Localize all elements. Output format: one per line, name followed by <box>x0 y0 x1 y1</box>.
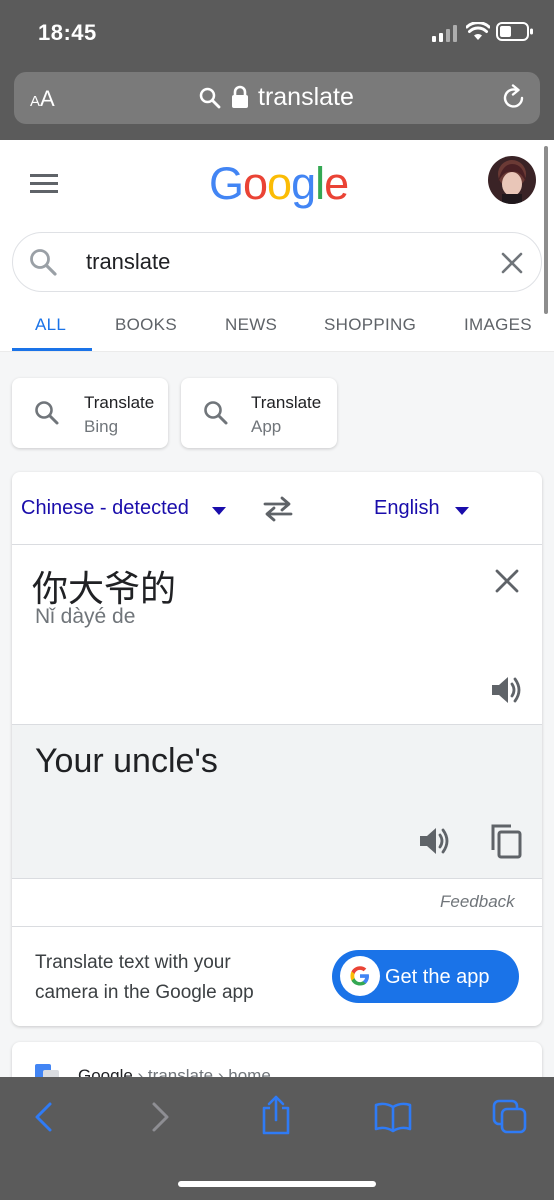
share-icon[interactable] <box>260 1094 292 1136</box>
swap-languages-icon[interactable] <box>262 496 294 522</box>
search-query[interactable]: translate <box>86 249 170 275</box>
divider <box>12 544 542 545</box>
search-icon <box>199 87 221 109</box>
speaker-icon[interactable] <box>490 674 524 706</box>
cellular-signal-icon <box>432 25 457 42</box>
chip-label: Translate <box>251 393 322 412</box>
google-logo[interactable]: Google <box>209 158 349 210</box>
home-indicator[interactable] <box>178 1181 376 1187</box>
clear-text-icon[interactable] <box>494 568 520 594</box>
address-text: translate <box>258 83 354 111</box>
search-icon <box>35 401 59 425</box>
wifi-icon <box>466 22 490 40</box>
translation-text: Your uncle's <box>35 742 218 780</box>
avatar[interactable] <box>488 156 536 204</box>
chip-sublabel: Bing <box>84 417 119 436</box>
promo-text-line2: camera in the Google app <box>35 982 254 1003</box>
copy-icon[interactable] <box>489 822 523 860</box>
tab-books[interactable]: BOOKS <box>115 315 177 335</box>
source-language-select[interactable]: Chinese - detected <box>21 497 189 520</box>
tab-images[interactable]: IMAGES <box>464 315 532 335</box>
tabs-icon[interactable] <box>492 1099 528 1135</box>
transliteration: Nǐ dàyé de <box>35 605 136 628</box>
google-g-icon <box>340 956 380 996</box>
forward-icon[interactable] <box>150 1101 172 1133</box>
search-icon <box>204 401 228 425</box>
related-search-chip[interactable]: Translate App <box>181 378 337 448</box>
related-search-chip[interactable]: Translate Bing <box>12 378 168 448</box>
feedback-link[interactable]: Feedback <box>440 892 515 912</box>
chevron-down-icon[interactable] <box>211 506 227 516</box>
back-icon[interactable] <box>32 1101 54 1133</box>
target-language-select[interactable]: English <box>374 497 440 520</box>
get-the-app-label: Get the app <box>385 966 490 988</box>
battery-icon <box>496 22 533 41</box>
tab-news[interactable]: NEWS <box>225 315 277 335</box>
divider <box>12 926 542 927</box>
bookmarks-icon[interactable] <box>374 1101 412 1133</box>
chevron-down-icon[interactable] <box>454 506 470 516</box>
search-icon[interactable] <box>29 248 57 276</box>
active-tab-indicator <box>12 348 92 351</box>
lock-icon <box>232 85 248 108</box>
speaker-icon[interactable] <box>418 825 452 857</box>
status-time: 18:45 <box>38 20 97 45</box>
tab-all[interactable]: ALL <box>35 315 66 335</box>
chip-label: Translate <box>84 393 155 412</box>
reader-text-size-button[interactable]: AA <box>30 86 55 112</box>
reload-icon[interactable] <box>500 84 528 112</box>
chip-sublabel: App <box>251 417 282 436</box>
scrollbar[interactable] <box>544 146 548 314</box>
hamburger-menu-icon[interactable] <box>30 173 60 195</box>
clear-search-icon[interactable] <box>500 251 524 275</box>
tab-shopping[interactable]: SHOPPING <box>324 315 416 335</box>
promo-text-line1: Translate text with your <box>35 952 231 973</box>
